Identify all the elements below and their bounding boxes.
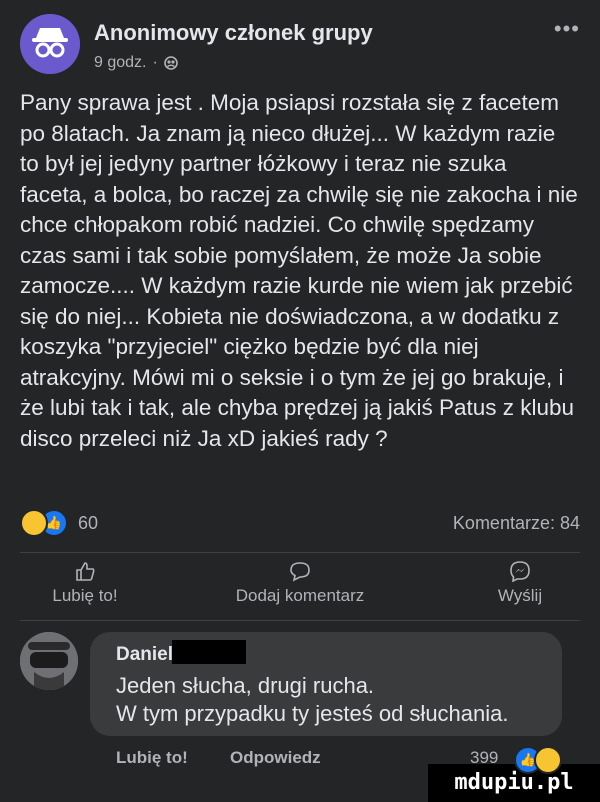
meta-separator: · <box>152 54 158 71</box>
commenter-photo <box>20 632 78 690</box>
post-author[interactable]: Anonimowy członek grupy <box>94 20 373 46</box>
comment-reactions[interactable]: 👍 <box>514 746 562 774</box>
comment-reply-button[interactable]: Odpowiedz <box>230 748 321 768</box>
more-options-icon[interactable]: ••• <box>554 16 580 42</box>
redaction-bar <box>172 640 246 664</box>
like-button[interactable]: Lubię to! <box>20 560 150 606</box>
anonymous-avatar[interactable] <box>20 14 80 74</box>
group-privacy-icon <box>164 56 178 70</box>
comment-like-button[interactable]: Lubię to! <box>116 748 188 768</box>
post-actions: Lubię to! Dodaj komentarz Wyślij <box>20 560 580 610</box>
comments-count[interactable]: Komentarze: 84 <box>453 513 580 534</box>
like-button-label: Lubię to! <box>52 586 118 605</box>
send-button[interactable]: Wyślij <box>460 560 580 606</box>
divider <box>20 552 580 553</box>
post-meta: 9 godz. · <box>94 54 178 72</box>
comment-button[interactable]: Dodaj komentarz <box>210 560 390 606</box>
comment-text: Jeden słucha, drugi rucha. W tym przypad… <box>116 673 509 726</box>
post-body: Pany sprawa jest . Moja psiapsi rozstała… <box>20 90 578 451</box>
post-time[interactable]: 9 godz. <box>94 54 146 72</box>
comment-button-label: Dodaj komentarz <box>235 586 365 605</box>
send-button-label: Wyślij <box>497 586 543 605</box>
anonymous-member-icon <box>20 14 80 74</box>
comment-author[interactable]: Daniel <box>116 644 173 666</box>
divider <box>20 620 580 621</box>
commenter-avatar[interactable] <box>20 632 78 690</box>
watermark-logo: mdupiu.pl <box>428 764 600 802</box>
comment-bubble-icon <box>290 562 310 582</box>
post-header: Anonimowy członek grupy 9 godz. · ••• <box>20 14 580 74</box>
comment-bubble: Daniel Jeden słucha, drugi rucha. W tym … <box>90 632 562 736</box>
reaction-count[interactable]: 60 <box>78 513 98 534</box>
thumbs-up-icon <box>76 562 95 581</box>
messenger-icon <box>510 561 530 582</box>
haha-reaction-icon <box>534 746 562 774</box>
haha-reaction-icon <box>20 509 48 537</box>
reaction-summary[interactable]: 👍 60 Komentarze: 84 <box>20 505 580 541</box>
